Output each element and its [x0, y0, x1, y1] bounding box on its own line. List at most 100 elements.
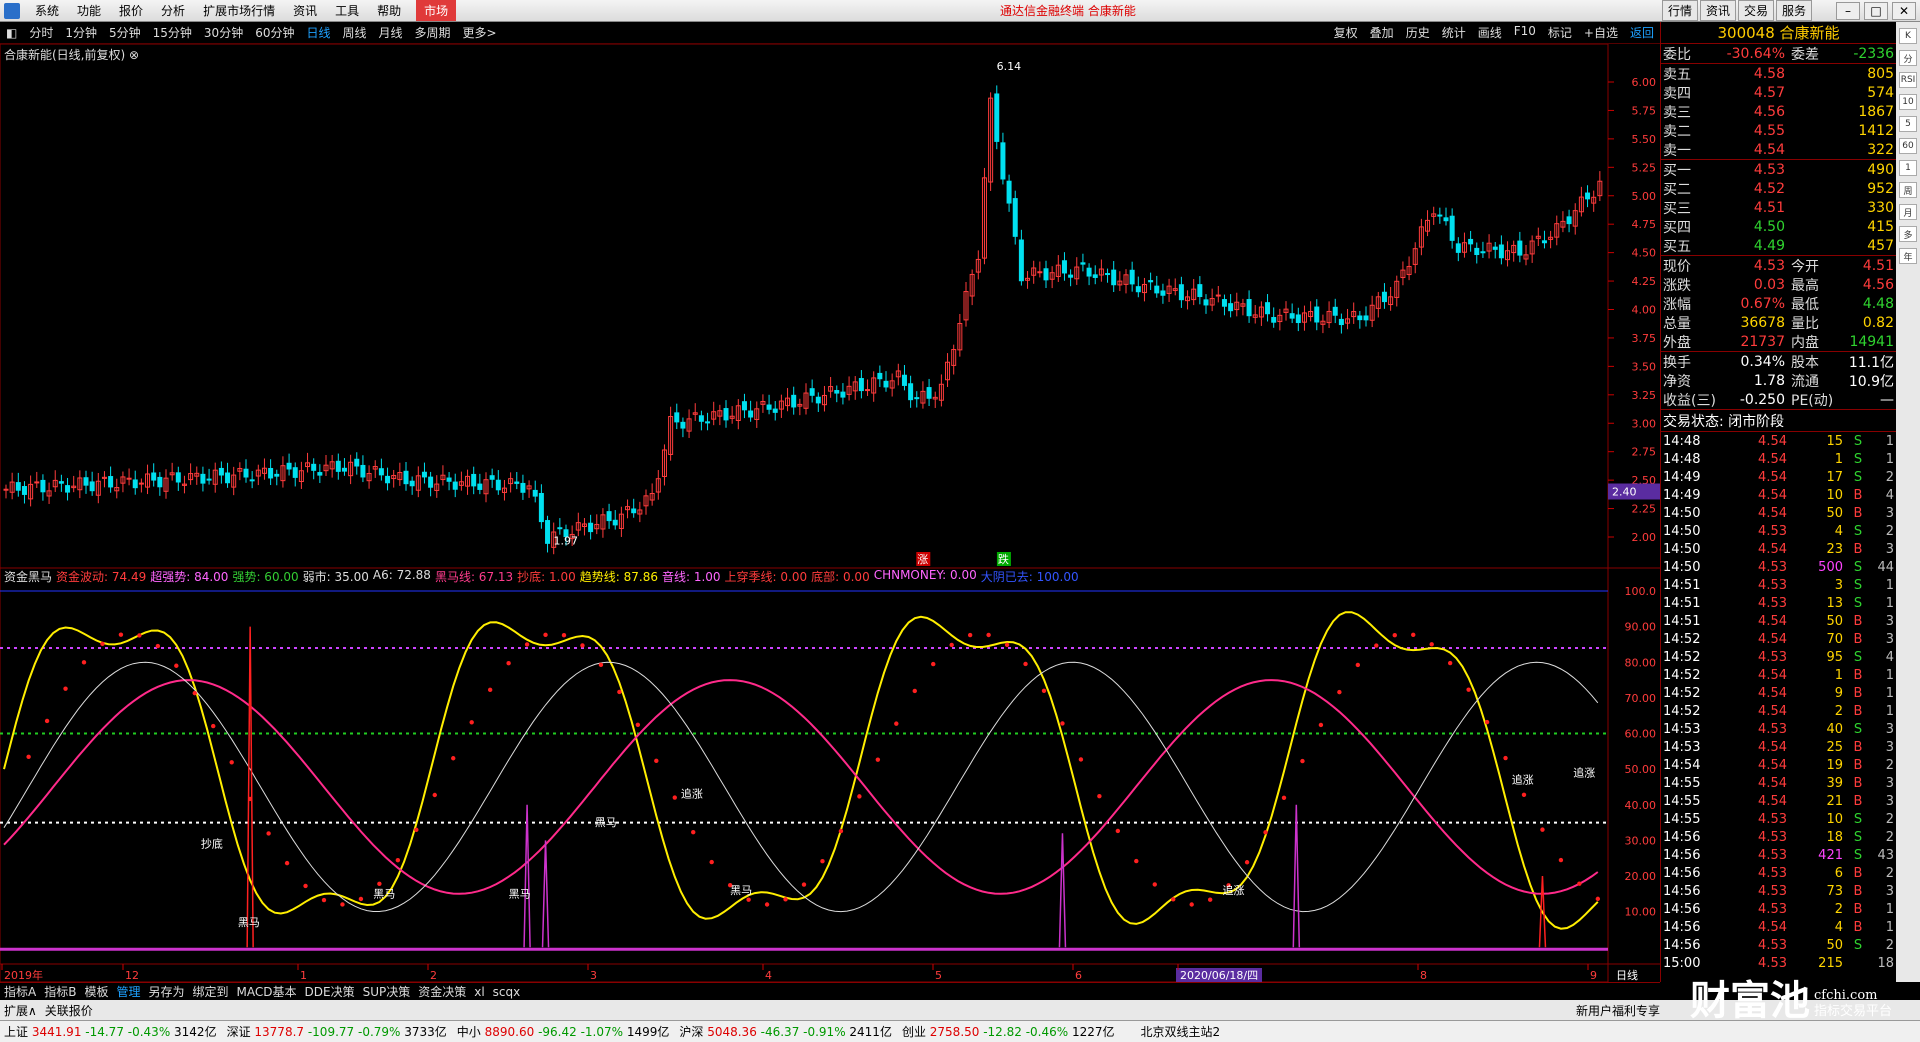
kline-chart[interactable]: 6.00 5.75 5.50 5.25 5.00 4.75 4.50 4.25 4.00 3.75…: [0, 44, 1660, 982]
menu-market[interactable]: 市场: [416, 0, 457, 21]
minimize-icon[interactable]: –: [1836, 1, 1860, 20]
tool-button-0[interactable]: 复权: [1328, 24, 1364, 41]
price-axis-label-11: 3.25: [1632, 389, 1657, 402]
legend-item-4: 弱市: 35.00: [302, 570, 369, 584]
period-tab-0[interactable]: 分时: [23, 24, 59, 41]
promo-link[interactable]: 新用户福利专享: [1572, 1002, 1664, 1019]
bottom-tab-4[interactable]: 另存为: [144, 983, 188, 1000]
stat2-label2-2: PE(动): [1791, 392, 1834, 409]
bottom-tab-6[interactable]: MACD基本: [233, 983, 301, 1000]
close-icon[interactable]: ✕: [1892, 1, 1916, 20]
tool-button-5[interactable]: F10: [1508, 24, 1542, 41]
side-tool-3[interactable]: 10: [1899, 94, 1917, 110]
watermark-logo: 财富池 cfchi.com 指标交易平台: [1690, 968, 1892, 1026]
tick-price-7: 4.53: [1758, 559, 1787, 575]
period-tab-5[interactable]: 60分钟: [249, 24, 300, 41]
bottom-tab-9[interactable]: 资金决策: [414, 983, 470, 1000]
period-tab-2[interactable]: 5分钟: [103, 24, 147, 41]
side-tool-7[interactable]: 周: [1899, 182, 1917, 198]
tool-button-1[interactable]: 叠加: [1364, 24, 1400, 41]
fund-wave-dot-142: [875, 757, 881, 762]
bottom-tab-1[interactable]: 指标B: [40, 983, 80, 1000]
period-tab-9[interactable]: 多周期: [409, 24, 457, 41]
candle-body-165: [1018, 239, 1024, 282]
date-label-5: 4: [765, 969, 772, 982]
side-tool-9[interactable]: 多: [1899, 226, 1917, 242]
bottom-tab-2[interactable]: 模板: [80, 983, 112, 1000]
bottom-tab-0[interactable]: 指标A: [0, 983, 40, 1000]
side-tool-1[interactable]: 分: [1899, 50, 1917, 66]
tool-button-6[interactable]: 标记: [1542, 24, 1578, 41]
candle-body-162: [1000, 142, 1006, 180]
menu-item-1[interactable]: 功能: [68, 2, 110, 19]
period-tab-7[interactable]: 周线: [337, 24, 373, 41]
side-tool-5[interactable]: 60: [1899, 138, 1917, 154]
kline-chart-area[interactable]: 6.00 5.75 5.50 5.25 5.00 4.75 4.50 4.25 4.00 3.75…: [0, 44, 1660, 982]
fund-wave-dot-202: [1244, 860, 1250, 865]
top-button-3[interactable]: 服务: [1775, 0, 1812, 21]
bottom-tab-5[interactable]: 绑定到: [189, 983, 233, 1000]
top-button-2[interactable]: 交易: [1737, 0, 1774, 21]
bottom-tab-8[interactable]: SUP决策: [359, 983, 415, 1000]
maximize-icon[interactable]: □: [1864, 1, 1888, 20]
tool-button-7[interactable]: +自选: [1578, 24, 1624, 41]
tool-button-8[interactable]: 返回: [1624, 24, 1660, 41]
bottom-tab-3[interactable]: 管理: [112, 983, 144, 1000]
side-tool-10[interactable]: 年: [1899, 248, 1917, 264]
extension-toggle[interactable]: 扩展∧: [0, 1002, 41, 1019]
tick-price-11: 4.54: [1758, 631, 1787, 647]
bottom-tab-7[interactable]: DDE决策: [301, 983, 359, 1000]
stat-value-1: 0.03: [1753, 276, 1785, 293]
menu-item-3[interactable]: 分析: [152, 2, 194, 19]
price-axis-label-5: 4.75: [1632, 218, 1657, 231]
menu-item-6[interactable]: 工具: [326, 2, 368, 19]
menu-item-0[interactable]: 系统: [26, 2, 68, 19]
tick-price-18: 4.54: [1758, 757, 1787, 773]
settings-circle-icon[interactable]: ⊗: [129, 48, 139, 62]
top-button-0[interactable]: 行情: [1661, 0, 1698, 21]
side-tool-8[interactable]: 月: [1899, 204, 1917, 220]
period-tab-10[interactable]: 更多>: [457, 24, 503, 41]
bid-book: 买一 4.53 490 买二 4.52 952 买三 4.51 330 买四 4.50 415 买五 4.…: [1661, 159, 1896, 255]
bottom-tab-10[interactable]: xl: [470, 985, 488, 999]
tick-price-27: 4.54: [1758, 919, 1787, 935]
tick-count-6: 3: [1885, 541, 1894, 557]
stat-label2-2: 最低: [1791, 296, 1819, 313]
menu-item-2[interactable]: 报价: [110, 2, 152, 19]
period-tab-8[interactable]: 月线: [373, 24, 409, 41]
side-tool-0[interactable]: K: [1899, 28, 1917, 44]
date-label-9: 8: [1420, 969, 1427, 982]
fund-wave-dot-163: [1004, 642, 1010, 648]
side-tool-4[interactable]: 5: [1899, 116, 1917, 132]
tick-list[interactable]: 14:48 4.54 15 S 1 14:48 4.54 1 S 1 14:49 4.54 17 S 2 14…: [1661, 431, 1896, 972]
related-quote-button[interactable]: 关联报价: [41, 1002, 97, 1019]
stat-label2-1: 最高: [1791, 277, 1819, 294]
side-tool-2[interactable]: RSI: [1899, 72, 1917, 88]
menu-item-4[interactable]: 扩展市场行情: [194, 2, 284, 19]
tool-button-4[interactable]: 画线: [1472, 24, 1508, 41]
tick-time-19: 14:55: [1663, 775, 1701, 791]
candle-body-24: [151, 472, 157, 481]
tool-button-2[interactable]: 历史: [1400, 24, 1436, 41]
panel-toggle-icon[interactable]: ◧: [0, 26, 23, 40]
tick-bs-7: S: [1853, 559, 1863, 575]
top-button-1[interactable]: 资讯: [1699, 0, 1736, 21]
menu-items: 系统 功能 报价 分析 扩展市场行情 资讯 工具 帮助: [26, 2, 410, 19]
side-tool-6[interactable]: 1: [1899, 160, 1917, 176]
bottom-tab-11[interactable]: scqx: [489, 985, 525, 999]
signal-label-4: 黑马: [373, 887, 395, 900]
candle-body-17: [108, 476, 114, 488]
menu-item-5[interactable]: 资讯: [284, 2, 326, 19]
candle-body-121: [748, 410, 754, 418]
index-change-1: -109.77: [307, 1025, 358, 1039]
period-tab-6[interactable]: 日线: [300, 24, 336, 41]
period-tab-3[interactable]: 15分钟: [147, 24, 198, 41]
menu-item-7[interactable]: 帮助: [368, 2, 410, 19]
stat2-value2-1: 10.9亿: [1848, 373, 1894, 390]
tool-button-3[interactable]: 统计: [1436, 24, 1472, 41]
period-tab-4[interactable]: 30分钟: [198, 24, 249, 41]
date-label-4: 3: [590, 969, 597, 982]
tick-vol-19: 39: [1826, 775, 1843, 791]
period-tab-1[interactable]: 1分钟: [59, 24, 103, 41]
candle-body-169: [1043, 268, 1049, 281]
